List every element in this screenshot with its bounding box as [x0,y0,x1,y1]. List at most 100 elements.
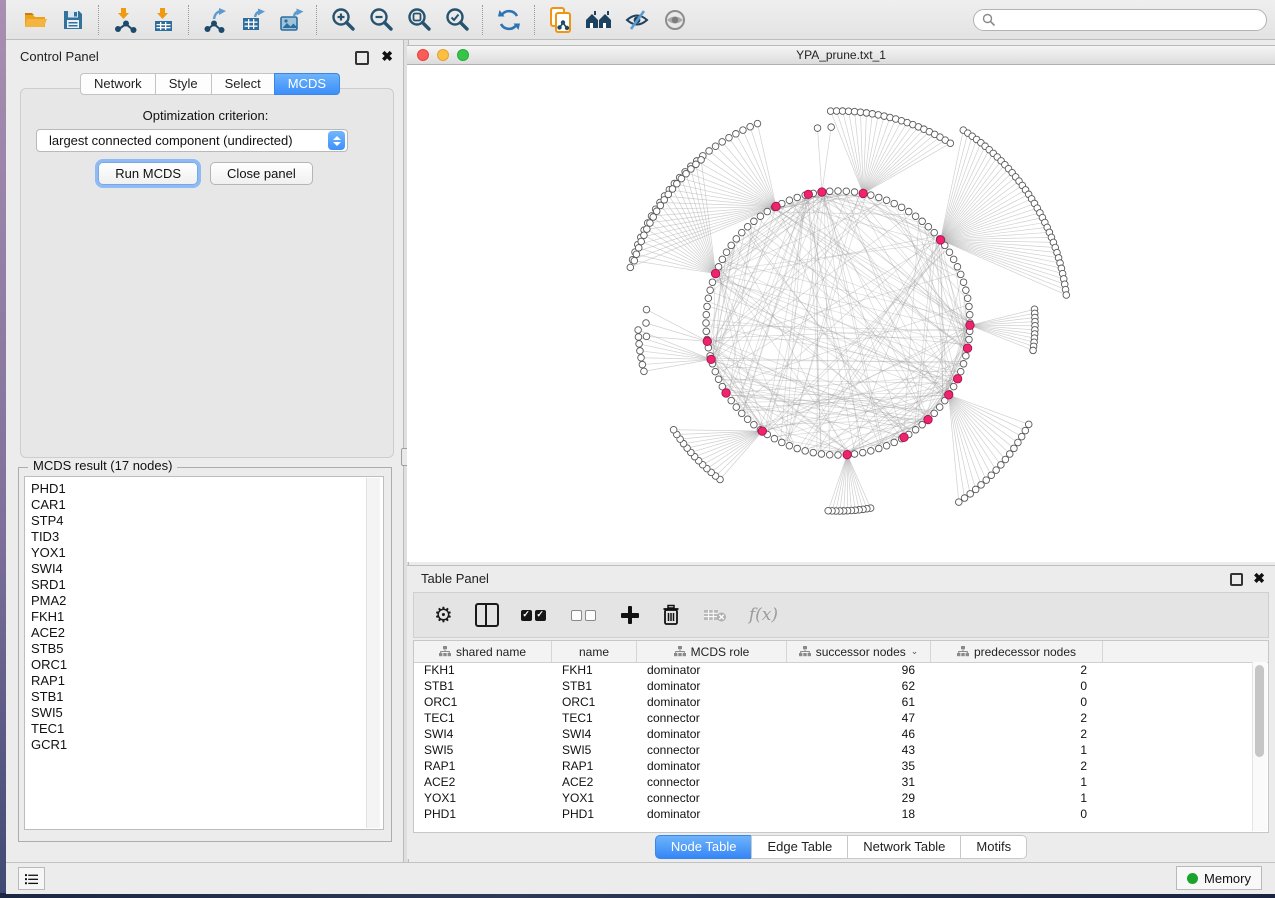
mcds-node-item[interactable]: STP4 [31,513,383,529]
mcds-node[interactable] [936,236,944,244]
network-node[interactable] [950,383,957,390]
network-node[interactable] [1006,451,1013,458]
column-header-predecessor-nodes[interactable]: predecessor nodes [931,641,1103,662]
network-node[interactable] [963,287,970,294]
network-node[interactable] [638,238,645,245]
mcds-node-item[interactable]: RAP1 [31,673,383,689]
network-node[interactable] [715,376,722,383]
network-node[interactable] [966,311,973,318]
network-node[interactable] [875,194,882,201]
table-scrollbar[interactable] [1252,662,1267,831]
network-node[interactable] [747,123,754,130]
table-row[interactable]: STB1STB1dominator620 [414,678,1253,694]
zoom-in-button[interactable] [324,3,362,37]
network-node[interactable] [635,327,642,334]
tab-network-table[interactable]: Network Table [847,835,960,859]
network-graph[interactable] [407,65,1273,562]
mcds-node-item[interactable]: YOX1 [31,545,383,561]
table-row[interactable]: SWI4SWI4dominator462 [414,726,1253,742]
network-node[interactable] [835,452,842,459]
network-node[interactable] [957,271,964,278]
network-node[interactable] [751,218,758,225]
delete-columns-button[interactable] [703,607,727,623]
network-node[interactable] [966,336,973,343]
network-node[interactable] [712,143,719,150]
close-table-panel-icon[interactable]: ✖ [1253,570,1265,587]
search-input[interactable] [996,10,1266,30]
network-node[interactable] [633,251,640,258]
network-node[interactable] [771,435,778,442]
network-node[interactable] [639,361,646,368]
network-node[interactable] [1018,433,1025,440]
network-node[interactable] [843,188,850,195]
network-node[interactable] [818,451,825,458]
network-node[interactable] [635,245,642,252]
table-row[interactable]: FKH1FKH1dominator962 [414,662,1253,678]
mcds-node-item[interactable]: STB5 [31,641,383,657]
network-node[interactable] [703,311,710,318]
delete-rows-button[interactable] [661,604,681,626]
tab-style[interactable]: Style [155,73,211,95]
column-header-name[interactable]: name [552,641,637,662]
network-node[interactable] [946,249,953,256]
network-node[interactable] [1015,439,1022,446]
network-node[interactable] [826,188,833,195]
mcds-node-item[interactable]: ORC1 [31,657,383,673]
network-node[interactable] [637,348,644,355]
table-row[interactable]: ACE2ACE2connector311 [414,774,1253,790]
mcds-node-item[interactable]: TEC1 [31,721,383,737]
network-node[interactable] [733,236,740,243]
show-all-button[interactable] [656,3,694,37]
network-node[interactable] [963,353,970,360]
first-neighbors-button[interactable] [580,3,618,37]
network-node[interactable] [851,451,858,458]
mcds-node-item[interactable]: STB1 [31,689,383,705]
network-node[interactable] [859,449,866,456]
network-node[interactable] [931,410,938,417]
network-node[interactable] [825,507,832,514]
tab-edge-table[interactable]: Edge Table [751,835,847,859]
memory-button[interactable]: Memory [1176,866,1262,890]
apply-function-button[interactable]: f(x) [749,605,778,625]
network-node[interactable] [706,148,713,155]
tab-network[interactable]: Network [80,73,155,95]
hide-selected-button[interactable] [618,3,656,37]
mcds-list-scrollbar[interactable] [366,478,380,828]
network-node[interactable] [723,249,730,256]
column-header-successor-nodes[interactable]: successor nodes⌄ [787,641,931,662]
unselect-all-button[interactable] [571,610,599,621]
network-node[interactable] [891,200,898,207]
network-window-titlebar[interactable]: YPA_prune.txt_1 [407,46,1275,65]
save-session-button[interactable] [54,3,92,37]
table-scrollbar-thumb[interactable] [1255,665,1264,757]
table-row[interactable]: ORC1ORC1dominator610 [414,694,1253,710]
network-node[interactable] [754,120,761,127]
network-node[interactable] [898,204,905,211]
network-node[interactable] [957,368,964,375]
mcds-node-item[interactable]: TID3 [31,529,383,545]
close-panel-icon[interactable]: ✖ [381,48,393,65]
mcds-node[interactable] [966,321,974,329]
mcds-node[interactable] [804,190,812,198]
mcds-node-item[interactable]: SWI5 [31,705,383,721]
network-node[interactable] [868,192,875,199]
mcds-node-item[interactable]: SWI4 [31,561,383,577]
open-session-button[interactable] [16,3,54,37]
network-node[interactable] [960,360,967,367]
mcds-node[interactable] [963,344,971,352]
network-node[interactable] [703,328,710,335]
network-node[interactable] [647,220,654,227]
network-node[interactable] [641,232,648,239]
network-node[interactable] [627,264,634,271]
network-node[interactable] [1022,427,1029,434]
network-node[interactable] [643,306,650,313]
mcds-node[interactable] [843,450,851,458]
network-node[interactable] [891,439,898,446]
network-node[interactable] [638,354,645,361]
export-image-button[interactable] [272,3,310,37]
network-node[interactable] [744,223,751,230]
network-node[interactable] [936,404,943,411]
add-row-button[interactable] [621,606,639,624]
network-node[interactable] [912,426,919,433]
network-canvas[interactable] [407,65,1275,562]
